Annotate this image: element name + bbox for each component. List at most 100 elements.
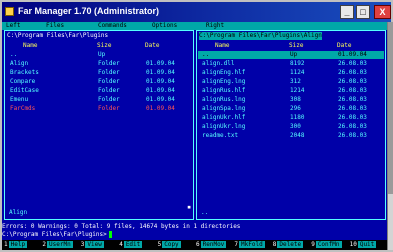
file-date: 26.08.03 [338,69,367,76]
fkey-1[interactable]: 1 Help [4,241,28,249]
file-size: 1180 [290,114,305,121]
fkey-number: 9 [311,241,315,248]
file-size: 2048 [290,132,305,139]
right-header-size: Size [289,42,304,49]
fkey-label: Copy [162,241,181,248]
left-panel-path: C:\Program Files\Far\Plugins [7,32,109,39]
file-date: 26.08.03 [338,114,367,121]
menu-commands[interactable]: Commands [98,22,127,30]
file-row[interactable]: Compare Folder 01.09.04 [6,78,192,86]
file-date: 01.09.04 [338,51,367,58]
fkey-number: 2 [42,241,47,248]
file-size: Folder [98,105,120,112]
file-row[interactable]: alignRus.hlf 1214 26.08.03 [198,87,384,95]
file-name: Emenu [10,96,29,103]
fkey-9[interactable]: 9 ConfMn [311,241,342,249]
maximize-button[interactable]: □ [356,5,370,19]
file-size: Folder [98,87,120,94]
file-size: 312 [290,78,301,85]
left-panel-info: Align [9,209,28,216]
fkey-label: ConfMn [315,241,342,248]
menu-left[interactable]: Left [6,22,20,30]
file-name: EditCase [10,87,39,94]
file-row[interactable]: alignUkr.lng 300 26.08.03 [198,123,384,131]
file-date: 01.09.04 [146,87,175,94]
menu-files[interactable]: Files [46,22,64,30]
file-row[interactable]: alignRus.lng 308 26.08.03 [198,96,384,104]
status-line: Errors: 0 Warnings: 0 Total: 9 files, 14… [2,223,241,230]
fkey-label: MkFold [239,241,265,248]
file-date: 26.08.03 [338,132,367,139]
vertical-scrollbar[interactable] [387,22,393,250]
file-size: 296 [290,105,301,112]
fkey-7[interactable]: 7 MkFold [234,241,265,249]
file-date: 01.09.04 [146,105,175,112]
file-name: readme.txt [202,132,239,139]
fkey-3[interactable]: 3 View [81,241,104,249]
file-name: .. [10,51,18,58]
file-row[interactable]: FarCmds Folder 01.09.04 [6,105,192,113]
fkey-2[interactable]: 2 UserMn [42,241,73,249]
fkey-label: Edit [123,241,143,248]
fkey-10[interactable]: 10 Quit [350,241,377,249]
file-name: FarCmds [10,105,36,112]
file-name: alignEng.lng [202,78,246,85]
menu-bar: Left Files Commands Options Right [2,22,387,30]
left-panel[interactable]: C:\Program Files\Far\Plugins Name Size D… [4,30,194,220]
file-size: Folder [98,96,120,103]
right-header-name: Name [215,42,230,49]
file-row[interactable]: Brackets Folder 01.09.04 [6,69,192,77]
menu-options[interactable]: Options [152,22,177,30]
file-date: 01.09.04 [146,60,175,67]
window-title: Far Manager 1.70 (Administrator) [18,6,160,16]
fkey-label: UserMn [47,241,73,248]
fkey-5[interactable]: 5 Copy [158,241,181,249]
file-row[interactable]: alignUkr.hlf 1180 26.08.03 [198,114,384,122]
fkey-6[interactable]: 6 RenMov [196,241,227,249]
file-row[interactable]: .. Up 01.09.04 [198,51,384,59]
fkey-4[interactable]: 4 Edit [119,241,143,249]
file-size: 1214 [290,87,305,94]
file-row[interactable]: alignEng.lng 312 26.08.03 [198,78,384,86]
file-name: alignEng.hlf [202,69,246,76]
file-name: alignRus.hlf [202,87,246,94]
file-row[interactable]: EditCase Folder 01.09.04 [6,87,192,95]
scrollbar-thumb[interactable] [388,22,393,194]
file-name: alignRus.lng [202,96,246,103]
command-prompt[interactable]: C:\Program Files\Far\Plugins> [2,231,387,239]
file-row[interactable]: Align Folder 01.09.04 [6,60,192,68]
file-name: Align [10,60,29,67]
menu-right[interactable]: Right [206,22,224,30]
fkey-8[interactable]: 8 Delete [273,241,304,249]
file-size: Folder [98,60,120,67]
file-size: Folder [98,78,120,85]
title-bar[interactable]: Far Manager 1.70 (Administrator) _ □ X [2,2,391,22]
fkey-label: Quit [357,241,377,248]
right-panel[interactable]: C:\Program Files\Far\Plugins\Align Name … [196,30,386,220]
file-row[interactable]: .. Up [6,51,192,59]
fkey-label: RenMov [200,241,227,248]
file-size: Up [290,51,298,58]
file-size: 8192 [290,60,305,67]
right-header-date: Date [337,42,352,49]
file-date: 26.08.03 [338,96,367,103]
console-area: Left Files Commands Options Right C:\Pro… [2,22,387,250]
file-size: Up [98,51,106,58]
file-name: Brackets [10,69,39,76]
file-name: alignUkr.hlf [202,114,246,121]
file-size: Folder [98,69,120,76]
file-row[interactable]: readme.txt 2048 26.08.03 [198,132,384,140]
file-row[interactable]: Emenu Folder 01.09.04 [6,96,192,104]
file-date: 01.09.04 [146,96,175,103]
fkey-label: View [85,241,104,248]
file-name: alignUkr.lng [202,123,246,130]
file-size: 300 [290,123,301,130]
file-name: align.dll [202,60,235,67]
file-row[interactable]: align.dll 8192 26.08.03 [198,60,384,68]
file-row[interactable]: alignEng.hlf 1124 26.08.03 [198,69,384,77]
close-button[interactable]: X [374,5,391,19]
file-row[interactable]: alignSpa.lng 296 26.08.03 [198,105,384,113]
minimize-button[interactable]: _ [340,5,354,19]
far-manager-window: Far Manager 1.70 (Administrator) _ □ X L… [0,0,393,252]
left-header-size: Size [97,42,112,49]
